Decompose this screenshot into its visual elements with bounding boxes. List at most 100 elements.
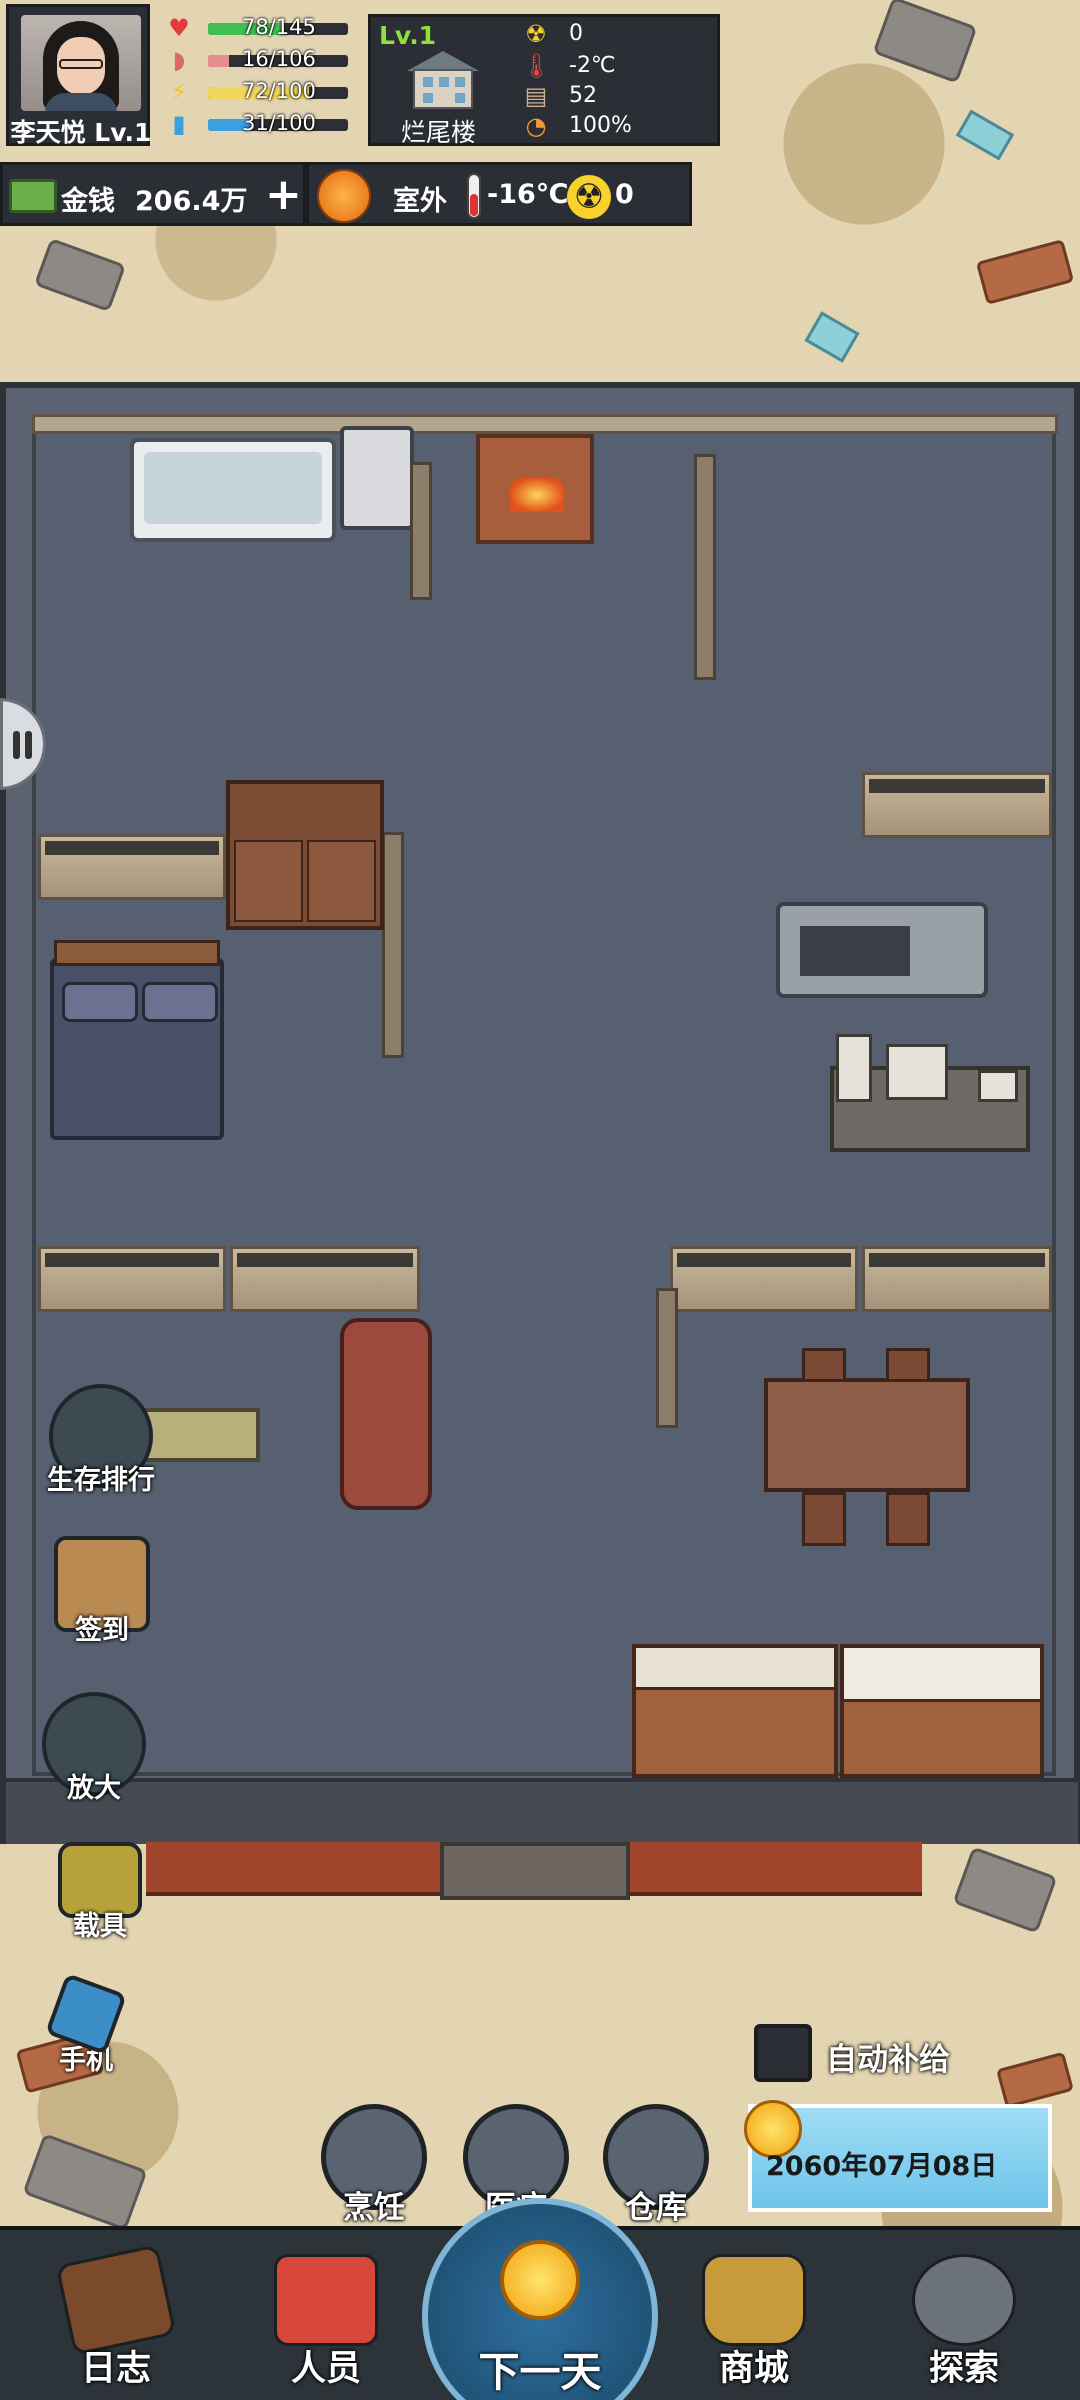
player-card[interactable]: 李天悦 Lv.1 xyxy=(6,4,152,147)
fireplace[interactable] xyxy=(476,434,594,544)
thirst-value: 31/100 xyxy=(242,111,316,135)
bed[interactable] xyxy=(50,940,224,1140)
thermometer-icon: 🌡 xyxy=(521,52,552,80)
water-cup-icon: ▮ xyxy=(172,110,186,138)
cook-label: 烹饪 xyxy=(343,2190,405,2226)
chair[interactable] xyxy=(886,1348,930,1382)
chair[interactable] xyxy=(802,1348,846,1382)
sun-icon xyxy=(500,2240,580,2320)
pc-tower[interactable] xyxy=(836,1034,872,1102)
bathtub[interactable] xyxy=(130,438,336,542)
building-radiation-value: 0 xyxy=(569,21,583,46)
printer[interactable] xyxy=(978,1070,1018,1102)
shopping-basket-icon xyxy=(702,2254,806,2346)
money-value: 206.4万 xyxy=(135,186,248,217)
id-card-icon xyxy=(274,2254,378,2346)
wall-post xyxy=(694,454,716,680)
nav-shop[interactable]: 商城 xyxy=(664,2244,844,2394)
phone-button[interactable]: 手机 xyxy=(26,1972,146,2077)
chair[interactable] xyxy=(886,1492,930,1546)
building-materials-value: 52 xyxy=(569,83,597,108)
next-day-label: 下一天 xyxy=(478,2348,602,2396)
stat-energy: ⚡ 72/100 xyxy=(160,78,356,106)
compass-icon xyxy=(912,2254,1016,2346)
massage-chair[interactable] xyxy=(340,1318,432,1510)
storage-label: 仓库 xyxy=(625,2190,687,2226)
vehicle-label: 载具 xyxy=(73,1911,127,1942)
auto-supply-checkbox[interactable] xyxy=(754,2024,812,2082)
player-stats: ♥ 78/145 ◗ 16/106 ⚡ 72/100 ▮ 31/100 xyxy=(160,14,356,146)
thermometer-icon xyxy=(467,173,481,219)
radiation-icon: ☢ xyxy=(525,20,547,48)
building-durability: ◔ 100% xyxy=(521,111,711,141)
health-value: 78/145 xyxy=(242,15,316,39)
date-text: 2060年07月08日 xyxy=(766,2151,998,2182)
building-panel[interactable]: Lv.1 烂尾楼 ☢ 0 🌡 -2℃ ▤ 52 ◔ 100% xyxy=(368,14,720,147)
add-money-button[interactable]: + xyxy=(265,169,302,221)
zoom-button[interactable]: 放大 xyxy=(34,1692,154,1805)
energy-value: 72/100 xyxy=(242,79,316,103)
vehicle-button[interactable]: 载具 xyxy=(40,1842,160,1943)
avatar[interactable] xyxy=(21,15,141,111)
wall-segment xyxy=(38,1246,226,1312)
auto-supply-label[interactable]: 自动补给 xyxy=(826,2034,950,2079)
building-temperature-value: -2℃ xyxy=(569,53,616,78)
shelter-map[interactable] xyxy=(0,382,1080,1844)
player-name: 李天悦 Lv.1 xyxy=(10,118,152,147)
stat-health: ♥ 78/145 xyxy=(160,14,356,42)
checkin-button[interactable]: 签到 xyxy=(42,1536,162,1647)
stomach-icon: ◗ xyxy=(172,46,186,74)
wall-post xyxy=(410,462,432,600)
stat-thirst: ▮ 31/100 xyxy=(160,110,356,138)
nav-log-label: 日志 xyxy=(80,2349,151,2389)
monitor[interactable] xyxy=(886,1044,948,1100)
sun-weather-icon xyxy=(317,169,371,223)
outdoor-label: 室外 xyxy=(393,186,447,217)
nav-people[interactable]: 人员 xyxy=(236,2244,416,2394)
hunger-value: 16/106 xyxy=(242,47,316,71)
zoom-label: 放大 xyxy=(67,1773,121,1804)
checkin-label: 签到 xyxy=(75,1615,129,1646)
kitchen-stove[interactable] xyxy=(840,1644,1044,1778)
chair[interactable] xyxy=(802,1492,846,1546)
money-label: 金钱 xyxy=(61,186,115,217)
radiation-icon: ☢ xyxy=(567,175,611,219)
treadmill[interactable] xyxy=(776,902,988,998)
building-level: Lv.1 xyxy=(379,21,437,50)
nav-shop-label: 商城 xyxy=(718,2349,789,2389)
dining-table[interactable] xyxy=(764,1378,970,1492)
medical-button[interactable]: 医疗 xyxy=(458,2104,574,2226)
cash-icon xyxy=(9,179,57,213)
kitchen-sink[interactable] xyxy=(632,1644,838,1778)
wall-segment xyxy=(670,1246,858,1312)
nav-people-label: 人员 xyxy=(290,2349,361,2389)
building-temperature: 🌡 -2℃ xyxy=(521,51,711,81)
nav-log[interactable]: 日志 xyxy=(26,2244,206,2394)
stat-hunger: ◗ 16/106 xyxy=(160,46,356,74)
wall-segment xyxy=(230,1246,420,1312)
storage-button[interactable]: 仓库 xyxy=(598,2104,714,2226)
date-display: 2060年07月08日 xyxy=(744,2100,1052,2212)
water-purifier[interactable] xyxy=(340,426,414,530)
ranking-button[interactable]: 生存排行 xyxy=(26,1384,176,1497)
building-radiation: ☢ 0 xyxy=(521,19,711,49)
building-materials: ▤ 52 xyxy=(521,81,711,111)
outdoor-temperature: -16℃ xyxy=(487,179,569,210)
nav-explore-label: 探索 xyxy=(928,2349,999,2389)
durability-pie-icon: ◔ xyxy=(525,112,547,140)
nav-explore[interactable]: 探索 xyxy=(874,2244,1054,2394)
outdoor-radiation: 0 xyxy=(615,179,634,210)
ranking-label: 生存排行 xyxy=(47,1465,155,1496)
garage-door[interactable] xyxy=(440,1842,630,1900)
cook-button[interactable]: 烹饪 xyxy=(316,2104,432,2226)
wall-segment xyxy=(862,1246,1052,1312)
wall-bottom xyxy=(6,1778,1078,1844)
building-house-icon xyxy=(407,51,479,109)
weather-panel[interactable]: 室外 -16℃ ☢ 0 xyxy=(306,162,692,226)
wall-post xyxy=(382,832,404,1058)
wall-post xyxy=(656,1288,678,1428)
wooden-cabinet[interactable] xyxy=(226,780,384,930)
wall-segment xyxy=(862,772,1052,838)
wall-top xyxy=(32,414,1058,434)
wall-segment xyxy=(38,834,226,900)
